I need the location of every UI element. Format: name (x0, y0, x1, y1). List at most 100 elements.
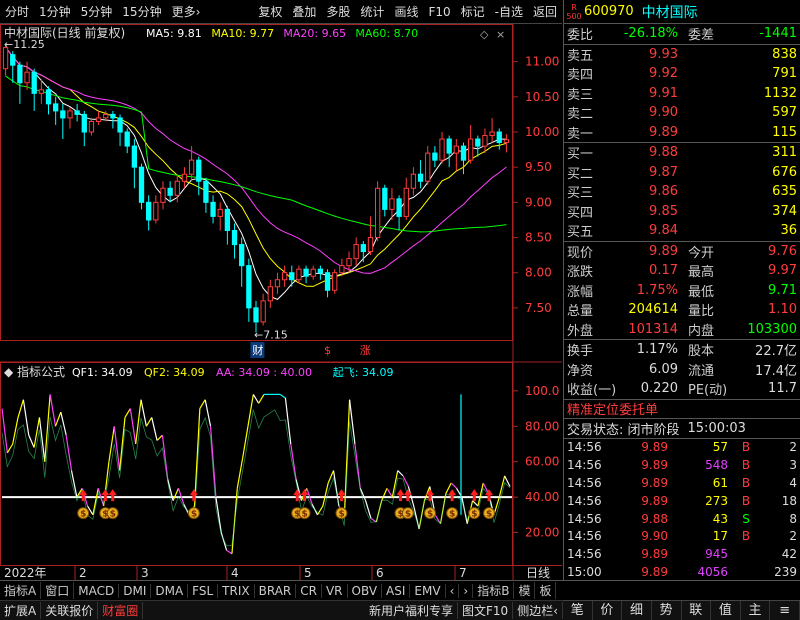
panel-nav-3[interactable]: 势 (652, 601, 682, 620)
period-tab-1[interactable]: 1分钟 (34, 3, 76, 20)
stat-label: PE(动) (688, 383, 728, 399)
indicator-axis-label: 100.0 (525, 384, 559, 398)
candle-body (374, 187, 381, 239)
stock-name[interactable]: 中材国际 (642, 2, 698, 22)
indicator-tab-0[interactable]: 指标A (0, 582, 42, 599)
panel-nav-1[interactable]: 价 (593, 601, 623, 620)
promo-tab-0[interactable]: 新用户福利专享 (365, 602, 458, 619)
period-tab-4[interactable]: 更多› (167, 3, 206, 20)
candle-body (346, 258, 352, 267)
indicator-tab-7[interactable]: BRAR (255, 583, 297, 598)
stat-label: 股本 (688, 344, 715, 360)
toolbar-button-3[interactable]: 统计 (355, 3, 389, 20)
trade-ticks: 14:56 9.89 57 B 2 14:56 9.89 548 B 3 14:56 9.89 61 B 4… (564, 439, 800, 581)
stock-code[interactable]: 600970 (584, 4, 634, 19)
period-tab-0[interactable]: 分时 (0, 3, 34, 20)
money-bag-glyph: $ (80, 510, 86, 520)
event-marker[interactable]: 财 (252, 343, 263, 357)
indicator-tab-5[interactable]: FSL (188, 583, 219, 598)
quote-stats: 现价 9.89 今开 9.76 涨跌 0.17 最高 9.97 涨幅 1.75% 最低 9.71 总量 2… (564, 242, 800, 340)
quote-panel: R 500 600970 中材国际 委比 -26.18% 委差 -1441 卖五 9… (563, 0, 800, 600)
low-price-label: ←7.15 (254, 328, 288, 341)
ask-book: 卖五 9.93 838 卖四 9.92 791 卖三 9.91 1132 卖二 9.90 597 卖一 9… (564, 45, 800, 143)
indicator-tab-1[interactable]: 窗口 (41, 582, 75, 599)
trade-time: 15:00 (567, 564, 602, 579)
stat-row-1: 净资 6.09 流通 17.4亿 (564, 360, 800, 380)
quote-value: 204614 (628, 302, 678, 318)
panel-nav-4[interactable]: 联 (682, 601, 712, 620)
indicator-tab-9[interactable]: VR (322, 583, 348, 598)
quote-value: 0.17 (649, 263, 678, 279)
book-volume: 791 (772, 66, 797, 82)
toolbar-button-6[interactable]: 标记 (456, 3, 490, 20)
close-icon[interactable]: × (496, 28, 505, 41)
candle-body (210, 201, 216, 217)
money-bag-glyph: $ (110, 510, 116, 520)
toolbar-button-7[interactable]: -自选 (490, 3, 528, 20)
quote-label: 涨幅 (567, 284, 594, 300)
trade-price: 9.89 (641, 458, 668, 473)
indicator-tab-17[interactable]: 板 (535, 582, 557, 599)
quote-value: 101314 (628, 321, 678, 337)
period-tab-3[interactable]: 15分钟 (117, 3, 166, 20)
panel-nav-0[interactable]: 笔 (563, 601, 593, 620)
diamond-icon[interactable]: ◇ (480, 28, 489, 41)
extension-tab-2[interactable]: 财富圈 (98, 602, 144, 619)
indicator-tab-3[interactable]: DMI (119, 583, 152, 598)
price-label: 7.50 (525, 301, 552, 315)
panel-nav-5[interactable]: 值 (711, 601, 741, 620)
quote-label: 最低 (688, 284, 715, 300)
indicator-axis-label: 80.00 (525, 419, 559, 433)
candle-body (332, 272, 338, 291)
book-label: 卖四 (567, 68, 594, 84)
panel-nav-2[interactable]: 细 (622, 601, 652, 620)
indicator-tab-10[interactable]: OBV (348, 583, 383, 598)
event-marker[interactable]: 涨 (360, 344, 371, 357)
toolbar-button-8[interactable]: 返回 (528, 3, 562, 20)
book-volume: 311 (772, 145, 797, 161)
indicator-tab-11[interactable]: ASI (382, 583, 411, 598)
event-marker[interactable]: $ (324, 344, 331, 357)
indicator-tab-15[interactable]: 指标B (473, 582, 515, 599)
indicator-tab-4[interactable]: DMA (151, 583, 189, 598)
commission-ratio-row: 委比 -26.18% 委差 -1441 (567, 26, 797, 44)
candle-body (31, 71, 37, 94)
toolbar-button-1[interactable]: 叠加 (287, 3, 321, 20)
extension-tab-1[interactable]: 关联报价 (41, 602, 99, 619)
indicator-tab-6[interactable]: TRIX (218, 583, 255, 598)
indicator-toggle-icon[interactable]: ◆ (4, 365, 17, 379)
book-price: 9.86 (649, 184, 678, 200)
month-label: 4 (231, 566, 239, 580)
kline-chart[interactable]: 中材国际(日线 前复权) MA5: 9.81 MA10: 9.77 MA20: 9.… (0, 24, 562, 580)
precise-order-link[interactable]: 精准定位委托单 (564, 400, 800, 419)
candle-body (460, 145, 467, 161)
book-price: 9.88 (649, 145, 678, 161)
indicator-tab-14[interactable]: › (459, 583, 474, 598)
promo-tab-1[interactable]: 图文F10 (458, 602, 514, 619)
book-label: 买三 (567, 186, 594, 202)
candle-body (117, 117, 123, 133)
toolbar-button-5[interactable]: F10 (423, 5, 455, 19)
indicator-tab-12[interactable]: EMV (410, 583, 446, 598)
toolbar-button-4[interactable]: 画线 (389, 3, 423, 20)
indicator-tab-13[interactable]: ‹ (446, 583, 460, 598)
panel-nav-7[interactable]: ≡ (770, 601, 800, 620)
toolbar-button-0[interactable]: 复权 (253, 3, 287, 20)
candle-body (239, 244, 245, 267)
candle-body (196, 159, 202, 182)
book-volume: 597 (772, 105, 797, 121)
trade-time: 14:56 (567, 511, 602, 526)
indicator-tab-2[interactable]: MACD (74, 583, 120, 598)
book-price: 9.91 (649, 85, 678, 101)
promo-tab-2[interactable]: 侧边栏‹ (513, 602, 563, 619)
stat-value: 0.220 (640, 381, 678, 397)
indicator-tab-8[interactable]: CR (296, 583, 322, 598)
candle-body (53, 103, 59, 112)
quote-value: 9.71 (768, 282, 797, 298)
panel-nav-6[interactable]: 主 (741, 601, 771, 620)
period-tab-2[interactable]: 5分钟 (76, 3, 118, 20)
indicator-tab-16[interactable]: 模 (514, 582, 536, 599)
toolbar-button-2[interactable]: 多股 (321, 3, 355, 20)
extension-tab-0[interactable]: 扩展A (0, 602, 42, 619)
price-label: 10.50 (525, 90, 559, 104)
